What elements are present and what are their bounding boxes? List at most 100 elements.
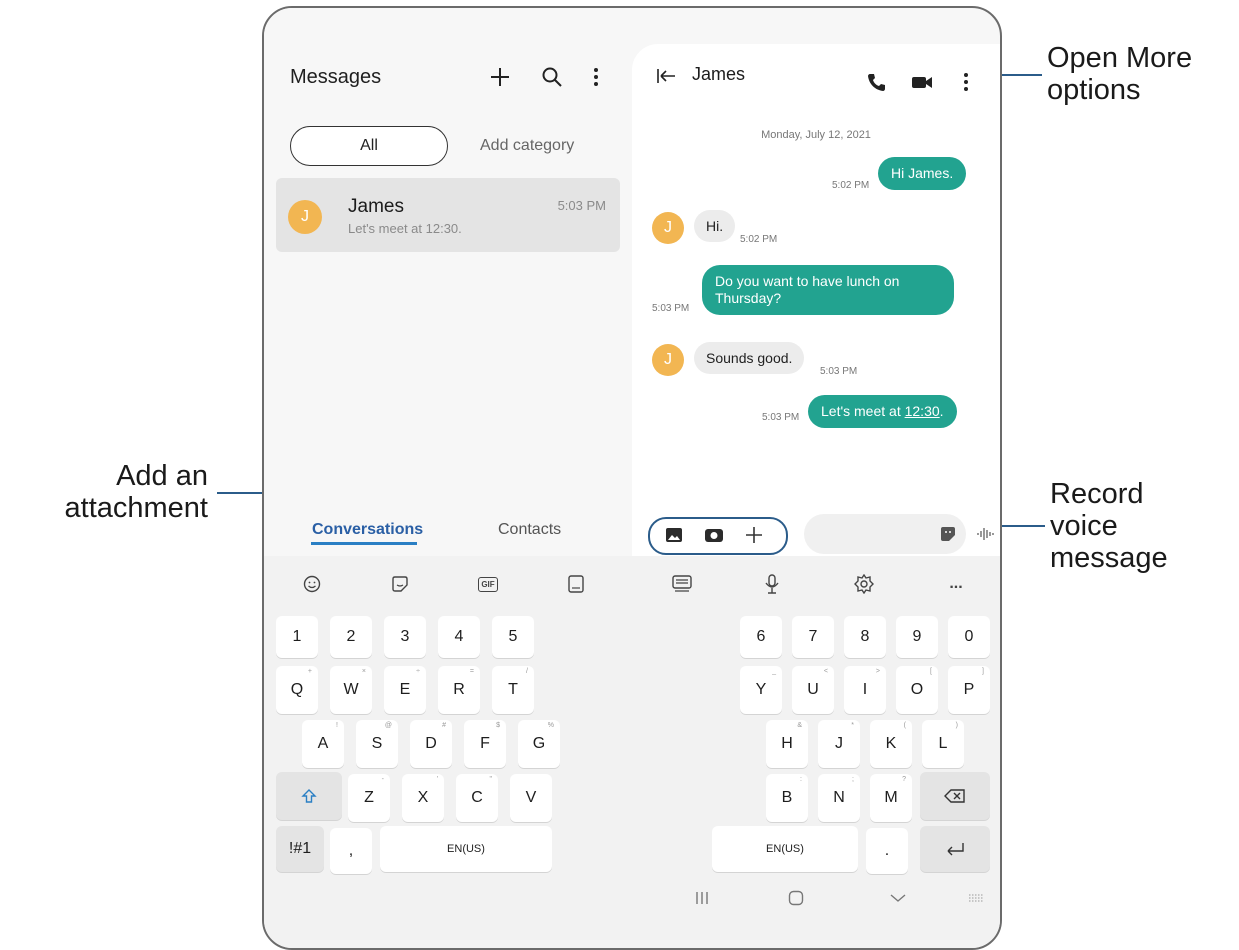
key-1[interactable]: 1 — [276, 616, 318, 658]
chat-contact-name: James — [692, 64, 746, 84]
key-0[interactable]: 0 — [948, 616, 990, 658]
key-letter: G — [532, 735, 546, 752]
avatar: J — [652, 212, 684, 244]
key-alt: ) — [955, 722, 958, 729]
key-c[interactable]: C " — [456, 774, 498, 822]
key-7[interactable]: 7 — [792, 616, 834, 658]
key-v[interactable]: V — [510, 774, 552, 822]
collapse-pane-icon[interactable] — [656, 68, 676, 89]
message-text-suffix: . — [939, 403, 944, 419]
search-icon[interactable] — [538, 63, 566, 91]
key-b[interactable]: B: — [766, 774, 808, 822]
comma-key[interactable]: , — [330, 828, 372, 874]
home-icon[interactable] — [782, 884, 810, 912]
sticker-icon[interactable] — [386, 570, 414, 598]
conversation-row-james[interactable]: J James Let's meet at 12:30. 5:03 PM — [276, 178, 620, 252]
key-q[interactable]: Q + — [276, 666, 318, 714]
key-e[interactable]: E ÷ — [384, 666, 426, 714]
key-alt: * — [851, 722, 854, 729]
message-bubble-received: Hi. — [694, 210, 736, 242]
key-k[interactable]: K( — [870, 720, 912, 768]
phone-call-icon[interactable] — [862, 68, 890, 96]
key-d[interactable]: D # — [410, 720, 452, 768]
key-o[interactable]: O[ — [896, 666, 938, 714]
key-letter: S — [371, 735, 383, 752]
sticker-icon[interactable] — [934, 520, 962, 548]
key-y[interactable]: Y _ — [740, 666, 782, 714]
space-key-left[interactable]: EN(US) — [380, 826, 552, 872]
voice-record-icon[interactable] — [972, 520, 1000, 548]
key-g[interactable]: G% — [518, 720, 560, 768]
key-alt: / — [526, 668, 528, 675]
key-alt: < — [823, 668, 828, 675]
keyboard-switch-icon[interactable] — [962, 884, 990, 912]
tab-contacts[interactable]: Contacts — [498, 521, 561, 539]
key-r[interactable]: R = — [438, 666, 480, 714]
filter-all-chip[interactable]: All — [290, 126, 448, 166]
backspace-key[interactable] — [920, 772, 990, 820]
key-8[interactable]: 8 — [844, 616, 886, 658]
keyboard-split-icon[interactable] — [562, 570, 590, 598]
key-2[interactable]: 2 — [330, 616, 372, 658]
camera-icon[interactable] — [700, 521, 728, 549]
gallery-icon[interactable] — [660, 521, 688, 549]
key-alt: ] — [982, 668, 984, 675]
key-w[interactable]: W × — [330, 666, 372, 714]
message-bubble-sent: Hi James. — [878, 157, 967, 190]
add-category-link[interactable]: Add category — [480, 137, 574, 155]
key-h[interactable]: H & — [766, 720, 808, 768]
key-letter: L — [938, 735, 948, 752]
key-x[interactable]: X ' — [402, 774, 444, 822]
key-z[interactable]: Z- — [348, 774, 390, 822]
key-3[interactable]: 3 — [384, 616, 426, 658]
settings-icon[interactable] — [850, 570, 878, 598]
key-4[interactable]: 4 — [438, 616, 480, 658]
key-f[interactable]: F $ — [464, 720, 506, 768]
period-key[interactable]: . — [866, 828, 908, 874]
key-p[interactable]: P] — [948, 666, 990, 714]
conversation-time: 5:03 PM — [557, 198, 606, 213]
tab-conversations[interactable]: Conversations — [312, 521, 423, 539]
callout-line-1: Add an — [116, 460, 208, 492]
key-5[interactable]: 5 — [492, 616, 534, 658]
message-time-link[interactable]: 12:30 — [905, 403, 940, 419]
emoji-icon[interactable] — [298, 570, 326, 598]
key-6[interactable]: 6 — [740, 616, 782, 658]
key-t[interactable]: T / — [492, 666, 534, 714]
enter-icon — [947, 843, 964, 856]
key-m[interactable]: M? — [870, 774, 912, 822]
message-bubble-received: Sounds good. — [694, 342, 805, 374]
date-separator: Monday, July 12, 2021 — [761, 129, 871, 141]
video-call-icon[interactable] — [908, 68, 936, 96]
key-9[interactable]: 9 — [896, 616, 938, 658]
key-i[interactable]: I > — [844, 666, 886, 714]
key-letter: M — [884, 789, 898, 806]
message-time: 5:03 PM — [820, 366, 858, 377]
key-a[interactable]: A! — [302, 720, 344, 768]
key-u[interactable]: U < — [792, 666, 834, 714]
hide-keyboard-icon[interactable] — [884, 884, 912, 912]
add-attachment-icon[interactable] — [740, 521, 768, 549]
space-key-right[interactable]: EN(US) — [712, 826, 858, 872]
compose-new-icon[interactable] — [486, 63, 514, 91]
callout-line-2: attachment — [64, 492, 208, 524]
more-icon[interactable]: ... — [942, 570, 970, 598]
key-s[interactable]: S @ — [356, 720, 398, 768]
recent-apps-icon[interactable] — [688, 884, 716, 912]
key-l[interactable]: L) — [922, 720, 964, 768]
more-options-icon[interactable] — [582, 63, 610, 91]
shift-key[interactable] — [276, 772, 342, 820]
enter-key[interactable] — [920, 826, 990, 872]
key-alt: $ — [496, 722, 500, 729]
microphone-icon[interactable] — [758, 570, 786, 598]
key-n[interactable]: N; — [818, 774, 860, 822]
key-j[interactable]: J * — [818, 720, 860, 768]
more-options-icon[interactable] — [952, 68, 980, 96]
gif-icon[interactable]: GIF — [474, 570, 502, 598]
key-alt: % — [547, 722, 554, 729]
key-letter: H — [781, 735, 793, 752]
symbols-key[interactable]: !#1 — [276, 826, 324, 872]
conversation-preview: Let's meet at 12:30. — [348, 221, 462, 236]
keyboard-icon[interactable] — [668, 570, 696, 598]
backspace-icon — [944, 789, 965, 803]
